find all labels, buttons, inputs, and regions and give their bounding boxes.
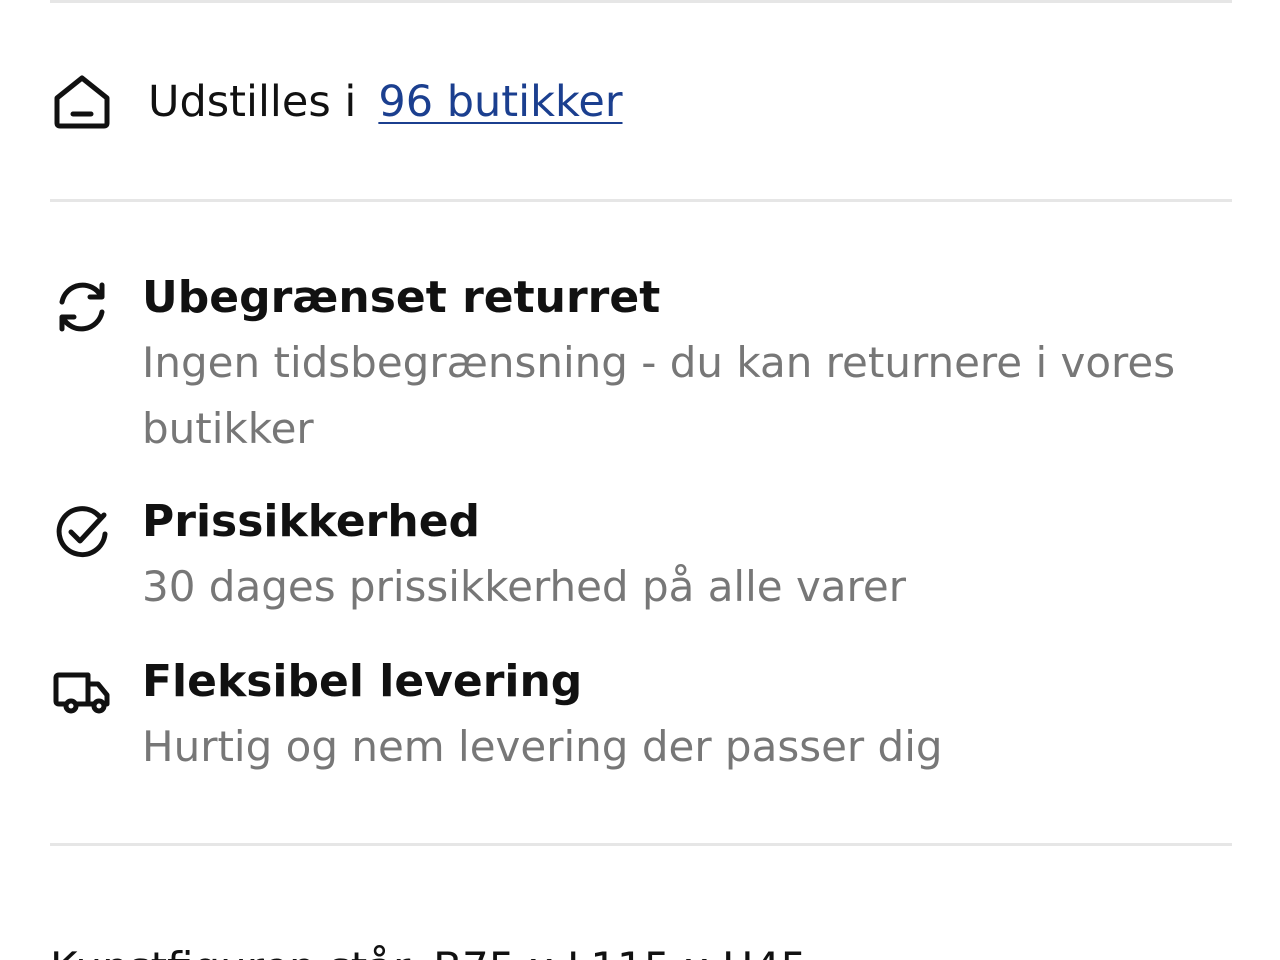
availability-label: Udstilles i <box>148 77 357 127</box>
truck-icon <box>52 664 112 724</box>
feature-desc-returns: Ingen tidsbegrænsning - du kan returnere… <box>142 338 1176 453</box>
bottom-divider <box>50 843 1232 846</box>
top-divider <box>50 0 1232 3</box>
return-arrows-icon <box>52 277 112 337</box>
store-count-link[interactable]: 96 butikker <box>378 77 622 127</box>
product-info-panel: Udstilles i 96 butikker Ubegrænset returr… <box>0 0 1280 960</box>
availability-row: Udstilles i 96 butikker <box>148 74 623 130</box>
feature-title-price: Prissikkerhed <box>142 496 481 547</box>
feature-desc-price: 30 dages prissikkerhed på alle varer <box>142 562 906 611</box>
store-icon <box>52 72 112 132</box>
feature-title-delivery: Fleksibel levering <box>142 656 583 707</box>
feature-title-returns: Ubegrænset returret <box>142 272 661 323</box>
checkmark-circle-icon <box>52 502 112 562</box>
section-divider <box>50 199 1232 202</box>
feature-desc-delivery: Hurtig og nem levering der passer dig <box>142 722 943 771</box>
product-dimensions-text: Kunstfiguren står. B75 x L115 x H45 <box>50 940 807 960</box>
